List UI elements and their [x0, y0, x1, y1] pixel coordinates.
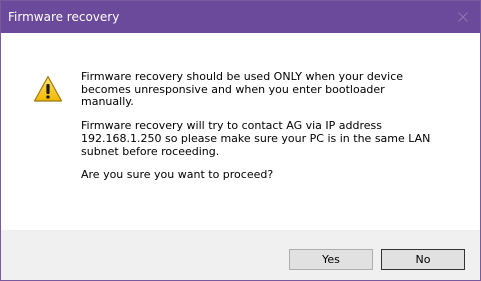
close-icon	[458, 12, 468, 22]
close-button[interactable]	[446, 1, 480, 33]
message-text: Firmware recovery should be used ONLY wh…	[81, 70, 461, 193]
no-button[interactable]: No	[381, 249, 465, 270]
message-paragraph-ip: Firmware recovery will try to contact AG…	[81, 119, 431, 158]
message-paragraph-warning: Firmware recovery should be used ONLY wh…	[81, 70, 404, 109]
message-paragraph-question: Are you sure you want to proceed?	[81, 168, 274, 182]
button-bar: Yes No	[1, 230, 480, 280]
firmware-recovery-dialog: Firmware recovery Firmware recovery shou…	[0, 0, 481, 281]
dialog-content: Firmware recovery should be used ONLY wh…	[1, 33, 480, 230]
title-bar[interactable]: Firmware recovery	[1, 1, 480, 33]
window-title: Firmware recovery	[8, 10, 120, 24]
yes-button[interactable]: Yes	[289, 249, 373, 270]
warning-icon	[33, 75, 63, 102]
